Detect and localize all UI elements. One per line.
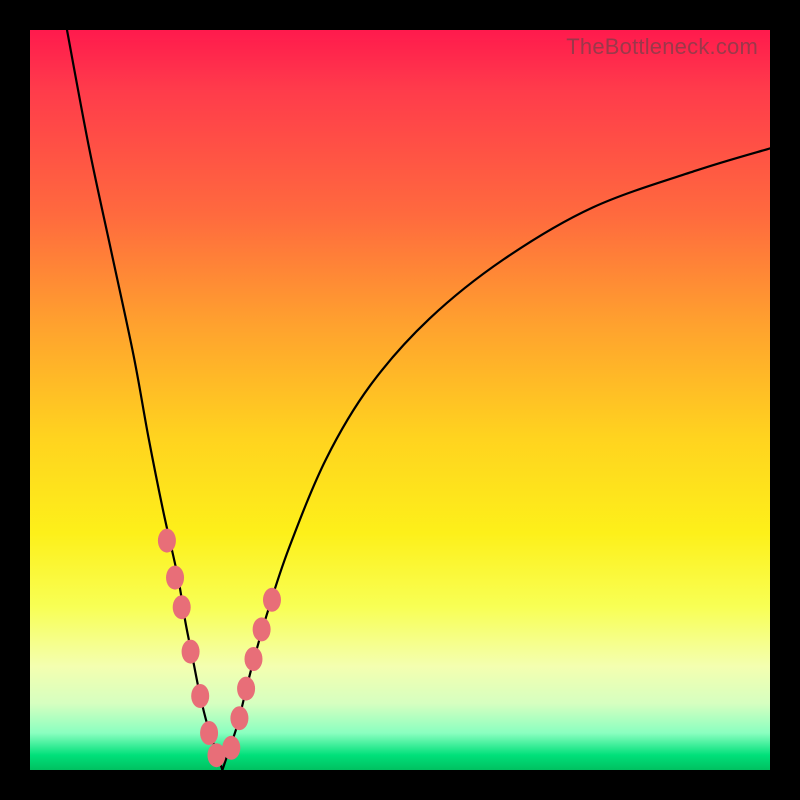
- data-marker: [166, 566, 184, 590]
- curve-overlay: [30, 30, 770, 770]
- data-marker: [200, 721, 218, 745]
- marker-group: [158, 529, 281, 768]
- gradient-plot-area: TheBottleneck.com: [30, 30, 770, 770]
- data-marker: [173, 595, 191, 619]
- data-marker: [230, 706, 248, 730]
- data-marker: [158, 529, 176, 553]
- data-marker: [222, 736, 240, 760]
- data-marker: [182, 640, 200, 664]
- curve-right: [222, 148, 770, 770]
- curve-right-path: [222, 148, 770, 770]
- data-marker: [191, 684, 209, 708]
- data-marker: [253, 617, 271, 641]
- image-frame: TheBottleneck.com: [0, 0, 800, 800]
- data-marker: [263, 588, 281, 612]
- curve-left-path: [67, 30, 222, 770]
- curve-left: [67, 30, 222, 770]
- data-marker: [237, 677, 255, 701]
- data-marker: [244, 647, 262, 671]
